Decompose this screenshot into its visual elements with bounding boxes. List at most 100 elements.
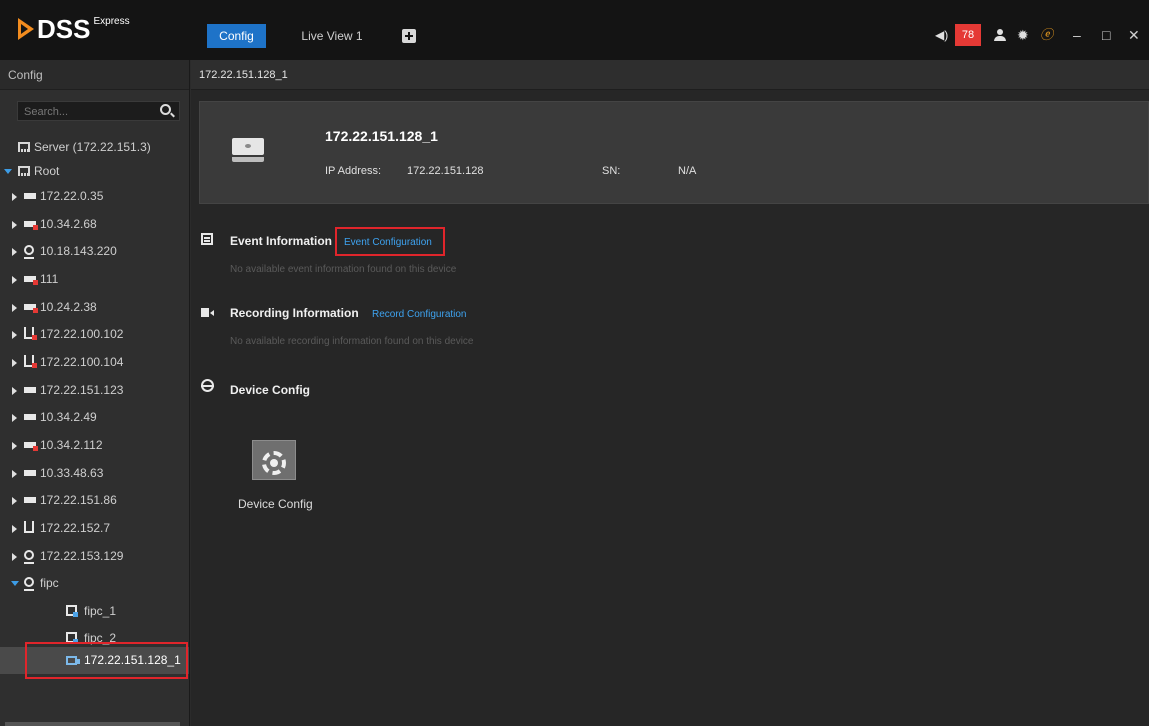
maximize-button[interactable]: □ [1102,27,1110,43]
gauge-icon[interactable]: ⓔ [1040,27,1053,43]
tree-item-label: 172.22.151.86 [40,493,117,507]
server-icon [18,142,30,152]
device-name: 172.22.151.128_1 [325,128,438,144]
expand-arrow-icon[interactable] [11,581,19,586]
video-camera-icon [201,308,214,317]
logo-edition: Express [93,16,130,27]
event-information-title: Event Information [230,234,333,248]
collapse-arrow-icon[interactable] [12,387,17,395]
collapse-arrow-icon[interactable] [12,331,17,339]
tab-config[interactable]: Config [207,24,266,48]
collapse-arrow-icon[interactable] [12,553,17,561]
tree-item-device[interactable]: 172.22.0.35 [0,184,189,208]
tree-item-server[interactable]: Server (172.22.151.3) [0,135,189,159]
tree-item-device[interactable]: 10.34.2.49 [0,405,189,429]
tab-live-view-1[interactable]: Live View 1 [287,24,377,48]
device-offline-icon [24,442,38,451]
collapse-arrow-icon[interactable] [12,442,17,450]
tree-item-label: 172.22.100.102 [40,327,124,341]
tree-item-device[interactable]: 10.33.48.63 [0,461,189,485]
device-icon [24,470,36,476]
panel-title: Config [0,60,189,90]
tree-item-channel[interactable]: fipc_1 [0,599,189,623]
device-config-tile-label[interactable]: Device Config [238,497,313,511]
collapse-arrow-icon[interactable] [12,470,17,478]
volume-icon[interactable]: ◀) [935,29,953,42]
nvr-offline-icon [24,355,37,368]
device-icon [24,193,36,199]
collapse-arrow-icon[interactable] [12,525,17,533]
search-input[interactable] [18,103,153,121]
ip-address-label: IP Address: [325,165,382,177]
tree-item-label: 10.24.2.38 [40,300,97,314]
collapse-arrow-icon[interactable] [12,304,17,312]
logo-text: DSS [37,14,91,44]
device-icon [24,387,36,393]
tree-item-label: 172.22.152.7 [40,521,111,535]
tree-item-label: 111 [40,272,59,286]
expand-arrow-icon[interactable] [4,169,12,174]
tree-item-device-fipc[interactable]: fipc [0,571,189,595]
tree-item-device[interactable]: 172.22.151.86 [0,488,189,512]
breadcrumb: 172.22.151.128_1 [191,60,1149,90]
gear-icon[interactable]: ✹ [1017,27,1029,43]
tree-item-device[interactable]: 172.22.100.102 [0,322,189,346]
tree-item-device[interactable]: 172.22.152.7 [0,516,189,540]
collapse-arrow-icon[interactable] [12,414,17,422]
server-icon [18,166,30,176]
logo-mark-icon [18,18,34,40]
tree-item-root[interactable]: Root [0,159,189,183]
title-bar: DSS Express Config Live View 1 ◀) 78 ✹ ⓔ… [0,0,1149,60]
search-box [17,101,180,121]
device-offline-icon [24,304,38,313]
tree-item-device[interactable]: 10.24.2.38 [0,295,189,319]
recording-information-note: No available recording information found… [230,336,474,347]
channel-icon [66,605,78,617]
tree-item-label: 10.34.2.68 [40,217,97,231]
device-offline-icon [24,221,38,230]
tree-item-label: 172.22.0.35 [40,189,104,203]
tree-item-label: 10.34.2.112 [40,438,103,452]
collapse-arrow-icon[interactable] [12,193,17,201]
collapse-arrow-icon[interactable] [12,276,17,284]
tree-item-device[interactable]: 111 [0,267,189,291]
tree-item-label: fipc_1 [84,604,117,618]
collapse-arrow-icon[interactable] [12,221,17,229]
tree-item-label: 10.18.143.220 [40,244,117,258]
event-list-icon [201,233,213,245]
collapse-arrow-icon[interactable] [12,248,17,256]
close-button[interactable]: ✕ [1128,27,1140,43]
camera-icon [24,245,34,259]
tree-item-label: fipc [40,576,59,590]
event-configuration-highlight [335,227,445,256]
alarm-count-badge[interactable]: 78 [955,24,981,46]
device-offline-icon [24,276,38,285]
collapse-arrow-icon[interactable] [12,497,17,505]
minimize-button[interactable]: – [1073,27,1081,43]
tree-item-device[interactable]: 10.34.2.112 [0,433,189,457]
device-info-card: 172.22.151.128_1 IP Address: 172.22.151.… [199,101,1149,204]
ip-address-value: 172.22.151.128 [407,165,484,177]
tree-item-device[interactable]: 10.18.143.220 [0,239,189,263]
device-config-title: Device Config [230,383,311,397]
search-icon[interactable] [160,104,171,115]
add-tab-icon[interactable] [402,29,416,43]
tree-item-label: 172.22.100.104 [40,355,124,369]
main-content: 172.22.151.128_1 172.22.151.128_1 IP Add… [191,60,1149,726]
nvr-offline-icon [24,327,37,340]
tree-item-device[interactable]: 172.22.153.129 [0,544,189,568]
device-config-tile[interactable] [252,440,296,480]
recording-information-title: Recording Information [230,306,359,320]
record-configuration-link[interactable]: Record Configuration [372,309,467,320]
tree-item-device[interactable]: 10.34.2.68 [0,212,189,236]
device-config-icon [201,379,214,392]
horizontal-scrollbar[interactable] [5,722,180,726]
device-icon [24,414,36,420]
collapse-arrow-icon[interactable] [12,359,17,367]
tree-item-device[interactable]: 172.22.151.123 [0,378,189,402]
hard-drive-icon [232,138,264,163]
tree-item-device[interactable]: 172.22.100.104 [0,350,189,374]
tree-item-label: 172.22.153.129 [40,549,124,563]
sn-label: SN: [602,165,621,177]
user-icon[interactable] [993,29,1007,42]
